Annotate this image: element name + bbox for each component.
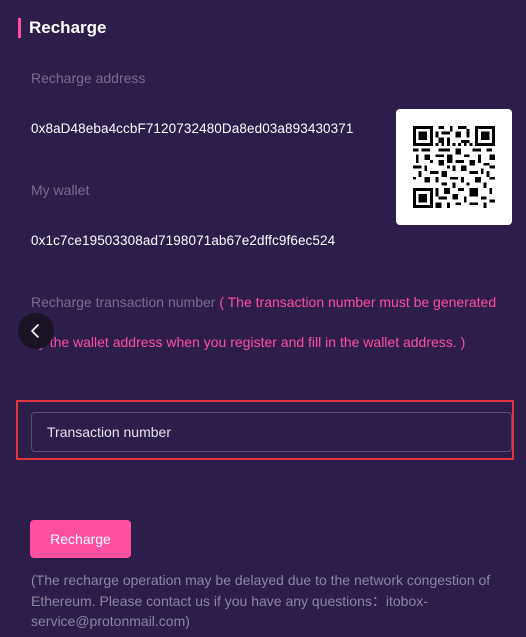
recharge-address-value: 0x8aD48eba4ccbF7120732480Da8ed03a8934303… bbox=[31, 121, 354, 136]
qr-code-icon bbox=[413, 126, 495, 208]
my-wallet-value: 0x1c7ce19503308ad7198071ab67e2dffc9f6ec5… bbox=[31, 233, 336, 248]
transaction-input-highlight bbox=[16, 400, 514, 460]
recharge-page: Recharge Recharge address 0x8aD48eba4ccb… bbox=[0, 0, 526, 637]
recharge-button[interactable]: Recharge bbox=[30, 520, 131, 558]
my-wallet-label: My wallet bbox=[31, 182, 90, 198]
transaction-number-input[interactable] bbox=[31, 412, 512, 452]
qr-code bbox=[396, 109, 512, 225]
transaction-number-label: Recharge transaction number bbox=[31, 294, 216, 310]
chevron-left-icon bbox=[31, 324, 39, 338]
back-button[interactable] bbox=[18, 313, 54, 349]
recharge-address-label: Recharge address bbox=[31, 70, 146, 86]
title-accent-bar bbox=[18, 18, 21, 38]
section-header: Recharge bbox=[18, 18, 106, 38]
transaction-hint: Recharge transaction number ( The transa… bbox=[31, 282, 511, 362]
page-title: Recharge bbox=[29, 18, 107, 37]
recharge-notice: (The recharge operation may be delayed d… bbox=[31, 572, 491, 629]
